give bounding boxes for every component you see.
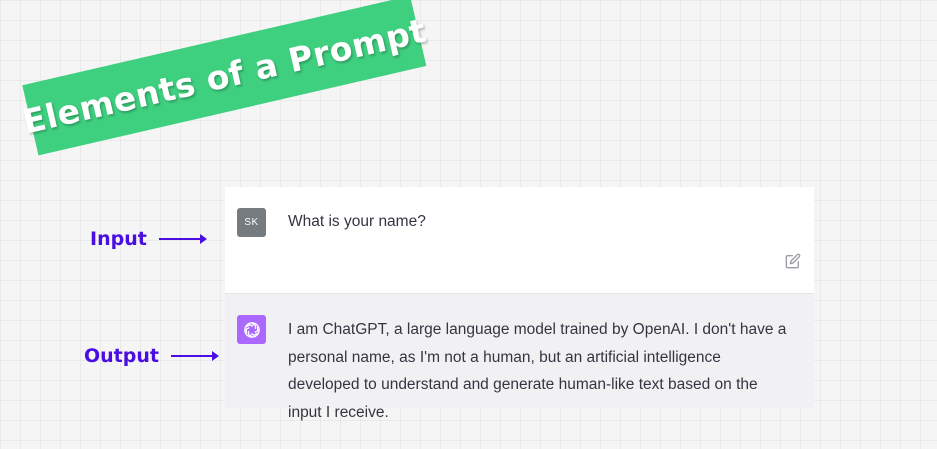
assistant-avatar: [237, 315, 266, 344]
title-banner: Elements of a Prompt: [19, 0, 430, 156]
output-arrow-icon: [170, 351, 219, 361]
output-label: Output: [84, 345, 159, 367]
output-annotation: Output: [84, 345, 219, 367]
edit-icon[interactable]: [785, 253, 801, 269]
user-message-text: What is your name?: [288, 213, 426, 230]
input-arrow-icon: [158, 234, 207, 244]
input-label: Input: [90, 228, 147, 250]
openai-logo-icon: [243, 321, 260, 338]
assistant-message-panel: I am ChatGPT, a large language model tra…: [225, 294, 814, 421]
user-message-panel: SK What is your name?: [225, 187, 814, 294]
input-annotation: Input: [90, 228, 207, 250]
user-avatar: SK: [237, 208, 266, 237]
assistant-message-text: I am ChatGPT, a large language model tra…: [288, 321, 787, 421]
banner-title: Elements of a Prompt: [18, 10, 430, 142]
